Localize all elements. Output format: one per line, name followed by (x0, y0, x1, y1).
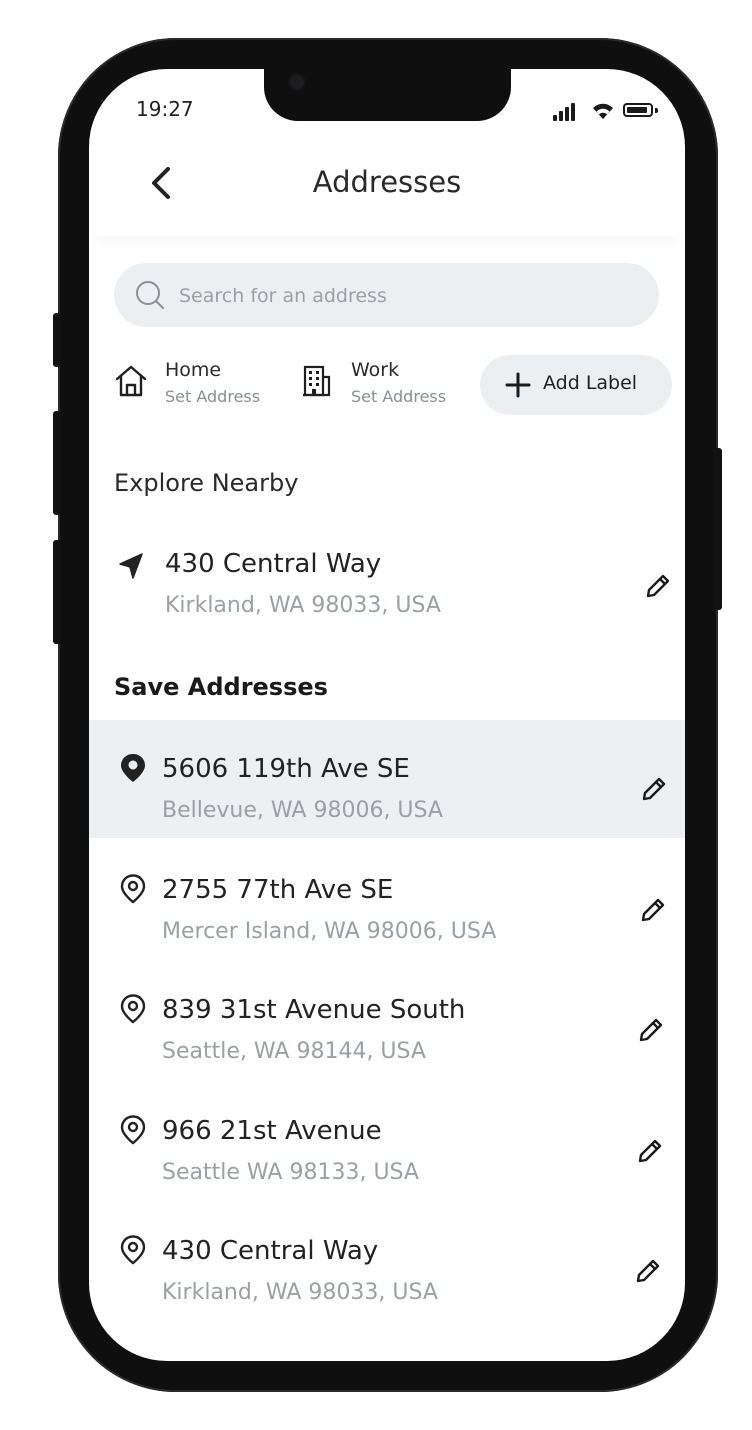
front-camera (290, 75, 304, 89)
add-label-text: Add Label (543, 372, 638, 394)
saved-street: 5606 119th Ave SE (162, 754, 410, 784)
nearby-address-row[interactable]: 430 Central Way Kirkland, WA 98033, USA (89, 529, 685, 629)
saved-address-row[interactable]: 5606 119th Ave SE Bellevue, WA 98006, USA (89, 720, 685, 838)
volume-down-button (53, 540, 61, 644)
navigation-arrow-icon (119, 553, 143, 579)
power-button (714, 448, 722, 610)
search-input[interactable] (177, 263, 641, 329)
search-bar[interactable] (114, 263, 659, 329)
edit-icon[interactable] (636, 893, 670, 927)
saved-city: Bellevue, WA 98006, USA (162, 798, 443, 823)
label-home-name: Home (165, 359, 222, 381)
add-label-button[interactable]: Add Label (480, 355, 672, 415)
notch (264, 69, 511, 121)
location-pin-icon (120, 1235, 146, 1265)
location-pin-icon (120, 994, 146, 1024)
phone-screen: 19:27 Addresses Search for an address Ho… (89, 69, 685, 1361)
saved-city: Seattle WA 98133, USA (162, 1159, 419, 1185)
saved-street: 2755 77th Ave SE (162, 874, 394, 905)
search-icon (136, 281, 164, 309)
saved-street: 839 31st Avenue South (162, 995, 466, 1025)
nearby-street: 430 Central Way (165, 549, 382, 579)
status-time: 19:27 (136, 97, 194, 121)
edit-icon[interactable] (633, 1134, 667, 1168)
status-icons (553, 99, 663, 121)
saved-address-row[interactable]: 839 31st Avenue South Seattle, WA 98144, … (89, 961, 685, 1079)
app-header: Addresses (89, 149, 685, 237)
edit-icon[interactable] (631, 1254, 665, 1288)
location-pin-icon (120, 1114, 146, 1145)
saved-city: Mercer Island, WA 98006, USA (162, 918, 497, 944)
label-work-name: Work (351, 359, 400, 381)
edit-icon[interactable] (637, 772, 671, 806)
wifi-icon (593, 103, 613, 119)
edit-icon[interactable] (641, 569, 675, 603)
saved-address-row[interactable]: 966 21st Avenue Seattle WA 98133, USA (89, 1082, 685, 1200)
battery-tip (655, 108, 658, 113)
page-title: Addresses (312, 165, 462, 199)
edit-icon[interactable] (634, 1013, 668, 1047)
label-home[interactable]: Home Set Address (114, 355, 284, 415)
nearby-city: Kirkland, WA 98033, USA (165, 593, 441, 618)
silent-switch (53, 313, 61, 367)
home-icon (115, 365, 147, 397)
battery-icon (623, 103, 653, 117)
building-icon (303, 365, 331, 397)
explore-nearby-title: Explore Nearby (114, 469, 299, 497)
plus-icon (505, 372, 531, 398)
volume-up-button (53, 411, 61, 515)
saved-city: Kirkland, WA 98033, USA (162, 1280, 438, 1305)
saved-city: Seattle, WA 98144, USA (162, 1039, 426, 1064)
location-pin-icon (120, 873, 146, 904)
label-home-sub: Set Address (165, 387, 261, 406)
saved-street: 966 21st Avenue (162, 1115, 382, 1146)
location-pin-icon (121, 754, 145, 782)
saved-street: 430 Central Way (162, 1236, 379, 1266)
label-work-sub: Set Address (351, 387, 447, 406)
saved-addresses-title: Save Addresses (114, 673, 328, 701)
label-work[interactable]: Work Set Address (300, 355, 470, 415)
saved-address-row[interactable]: 430 Central Way Kirkland, WA 98033, USA (89, 1202, 685, 1320)
saved-address-row[interactable]: 2755 77th Ave SE Mercer Island, WA 98006,… (89, 841, 685, 959)
